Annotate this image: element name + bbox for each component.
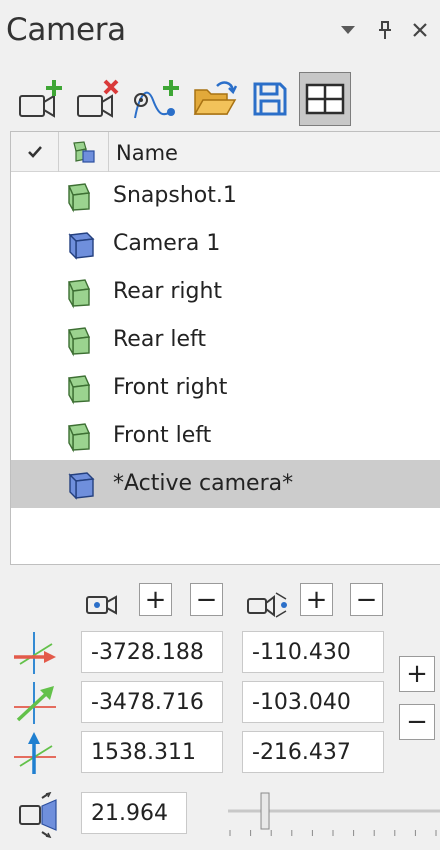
camera-icon <box>65 227 99 261</box>
step-minus-button[interactable]: − <box>399 704 435 740</box>
camera-name-label: Front right <box>113 375 228 400</box>
dropdown-arrow-icon[interactable] <box>336 18 360 42</box>
x-axis-icon <box>10 628 60 678</box>
add-animation-path-button[interactable] <box>130 72 182 126</box>
camera-list: Name Snapshot.1 Camera 1 Rear right Rear… <box>10 131 440 565</box>
position-minus-button[interactable]: − <box>190 583 223 616</box>
camera-list-row[interactable]: Front right <box>11 364 440 412</box>
camera-name-label: Rear right <box>113 279 223 304</box>
camera-list-row[interactable]: Camera 1 <box>11 220 440 268</box>
fov-field[interactable]: 21.964 <box>81 792 187 834</box>
camera-name-label: Rear left <box>113 327 206 352</box>
type-column-header[interactable] <box>59 132 109 172</box>
camera-list-row[interactable]: Rear right <box>11 268 440 316</box>
camera-name-label: *Active camera* <box>113 471 294 496</box>
camera-name-label: Front left <box>113 423 212 448</box>
target-x-field[interactable]: -110.430 <box>242 631 384 673</box>
camera-list-row[interactable]: Front left <box>11 412 440 460</box>
layout-toggle-button[interactable] <box>299 72 351 126</box>
camera-icon <box>65 467 99 501</box>
camera-list-row[interactable]: *Active camera* <box>11 460 440 508</box>
target-plus-button[interactable]: + <box>300 583 333 616</box>
snapshot-icon <box>65 323 99 357</box>
position-x-field[interactable]: -3728.188 <box>81 631 223 673</box>
target-minus-button[interactable]: − <box>350 583 383 616</box>
camera-list-header: Name <box>11 132 440 172</box>
snapshot-icon <box>65 419 99 453</box>
checkmark-icon <box>27 146 42 158</box>
check-column-header[interactable] <box>11 132 59 172</box>
camera-name-label: Camera 1 <box>113 231 221 256</box>
snapshot-icon <box>65 275 99 309</box>
snapshot-icon <box>65 179 99 213</box>
folder-open-icon <box>193 81 237 115</box>
save-button[interactable] <box>244 72 296 126</box>
grid-layout-icon <box>305 83 345 115</box>
camera-name-label: Snapshot.1 <box>113 183 237 208</box>
camera-list-row[interactable]: Rear left <box>11 316 440 364</box>
open-file-button[interactable] <box>188 72 240 126</box>
camera-list-row[interactable]: Snapshot.1 <box>11 172 440 220</box>
target-z-field[interactable]: -216.437 <box>242 731 384 773</box>
close-icon[interactable] <box>408 18 432 42</box>
camera-delete-icon <box>77 79 119 118</box>
target-y-field[interactable]: -103.040 <box>242 681 384 723</box>
position-plus-button[interactable]: + <box>139 583 172 616</box>
snapshot-icon <box>65 371 99 405</box>
panel-title: Camera <box>6 12 126 48</box>
camera-add-icon <box>19 80 62 118</box>
y-axis-icon <box>10 678 60 728</box>
slider-thumb[interactable] <box>260 792 270 830</box>
step-plus-button[interactable]: + <box>399 656 435 692</box>
camera-type-icon <box>72 141 95 163</box>
fov-slider[interactable] <box>218 790 440 840</box>
add-camera-button[interactable] <box>14 72 66 126</box>
path-add-icon <box>134 80 179 119</box>
position-z-field[interactable]: 1538.311 <box>81 731 223 773</box>
pin-icon[interactable] <box>373 18 397 42</box>
camera-target-icon <box>244 587 292 623</box>
name-column-header[interactable]: Name <box>116 141 178 165</box>
panel-titlebar: Camera <box>0 0 440 62</box>
field-of-view-icon <box>14 791 64 839</box>
save-icon <box>253 82 287 116</box>
position-y-field[interactable]: -3478.716 <box>81 681 223 723</box>
delete-camera-button[interactable] <box>72 72 124 126</box>
camera-position-icon <box>84 587 120 623</box>
z-axis-icon <box>10 728 60 778</box>
